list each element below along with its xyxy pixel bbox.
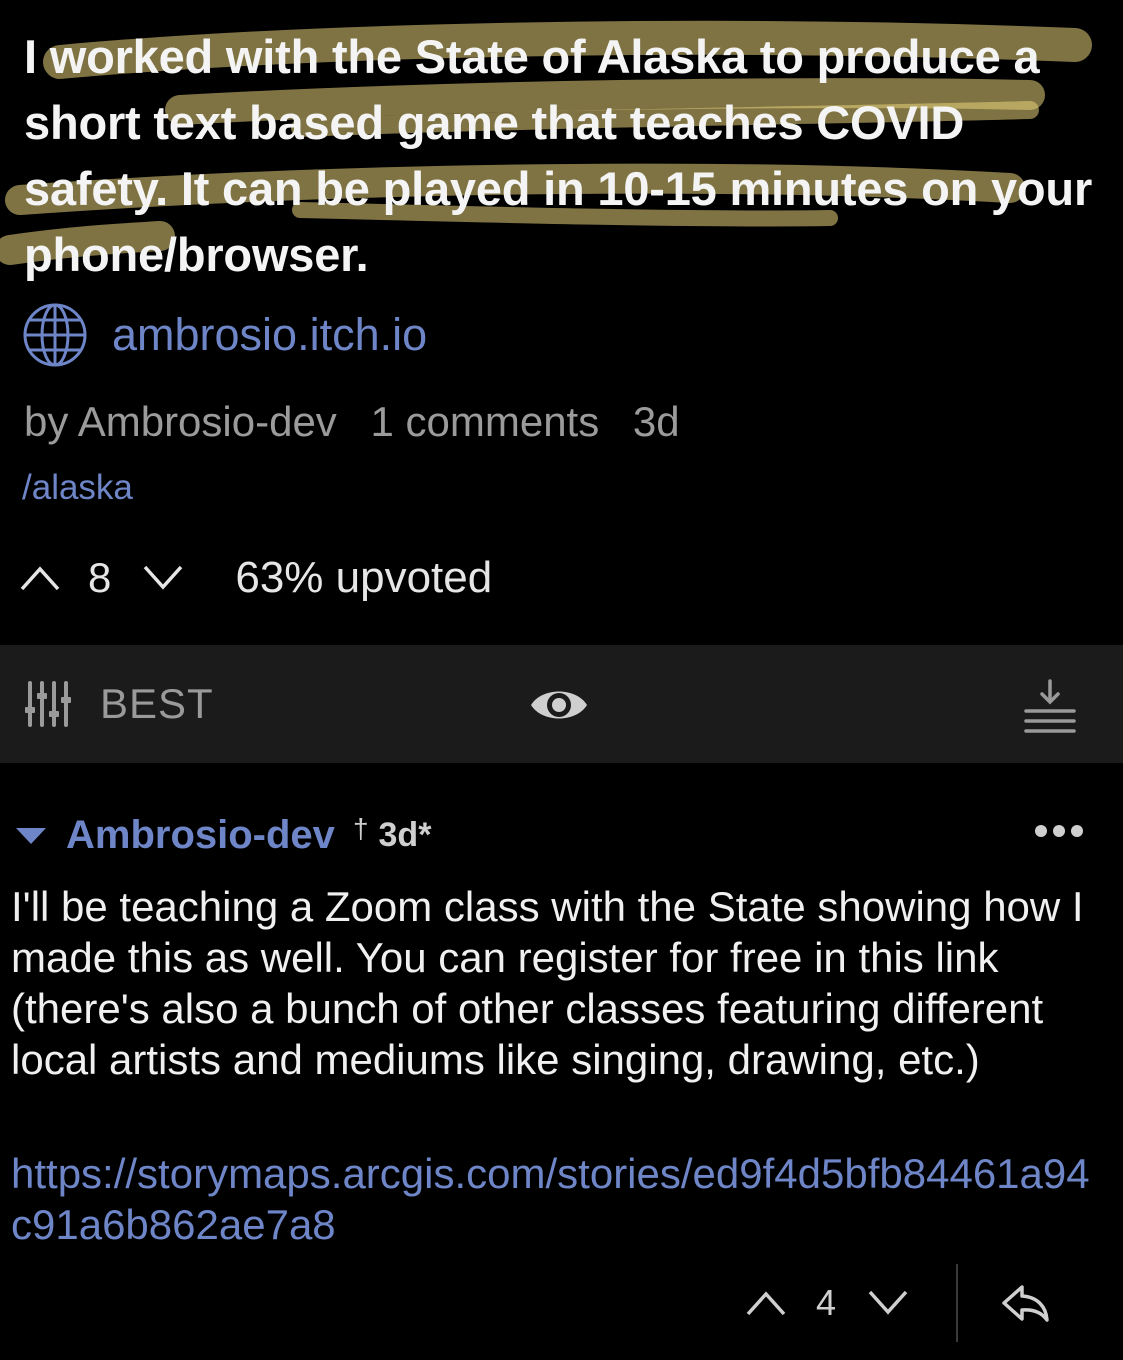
- post-age: 3d: [632, 398, 680, 445]
- collapse-caret-icon[interactable]: [14, 824, 48, 846]
- comment-downvote-icon[interactable]: [866, 1288, 910, 1318]
- post-header: I worked with the State of Alaska to pro…: [0, 0, 1123, 645]
- sort-label: BEST: [100, 680, 214, 727]
- sort-button[interactable]: BEST: [24, 645, 214, 763]
- comment-upvote-icon[interactable]: [744, 1288, 788, 1318]
- post-title[interactable]: I worked with the State of Alaska to pro…: [24, 24, 1104, 288]
- post-link[interactable]: ambrosio.itch.io: [22, 300, 427, 370]
- sliders-icon: [25, 681, 71, 727]
- comment: Ambrosio-dev † 3d* I'll be teaching a Zo…: [0, 763, 1123, 1360]
- comment-author[interactable]: Ambrosio-dev: [66, 813, 335, 858]
- collapse-all-icon[interactable]: [1022, 677, 1078, 737]
- comment-count[interactable]: 1 comments: [370, 398, 599, 445]
- comment-header[interactable]: Ambrosio-dev † 3d*: [14, 807, 431, 863]
- comment-age: 3d*: [378, 815, 432, 854]
- comment-actions: 4: [744, 1263, 1050, 1343]
- reply-icon[interactable]: [1000, 1283, 1050, 1323]
- subreddit-link[interactable]: /alaska: [22, 468, 133, 508]
- comment-score: 4: [816, 1282, 837, 1323]
- link-domain[interactable]: ambrosio.itch.io: [112, 309, 427, 361]
- post-vote-row: 8 63% upvoted: [18, 548, 492, 608]
- post-author[interactable]: by Ambrosio-dev: [24, 398, 337, 445]
- comment-body: I'll be teaching a Zoom class with the S…: [11, 883, 1084, 1083]
- more-options-icon[interactable]: [1034, 823, 1084, 839]
- globe-icon: [23, 303, 87, 367]
- action-divider: [956, 1264, 959, 1342]
- comment-sort-bar: BEST: [0, 645, 1123, 763]
- post-meta: by Ambrosio-dev 1 comments 3d: [24, 398, 702, 446]
- upvote-icon[interactable]: [18, 563, 62, 593]
- downvote-icon[interactable]: [141, 563, 185, 593]
- upvote-ratio: 63% upvoted: [235, 553, 493, 602]
- edited-marker: †: [352, 813, 369, 844]
- eye-icon[interactable]: [528, 683, 590, 727]
- post-score: 8: [88, 554, 112, 601]
- comment-link[interactable]: https://storymaps.arcgis.com/stories/ed9…: [11, 1148, 1101, 1250]
